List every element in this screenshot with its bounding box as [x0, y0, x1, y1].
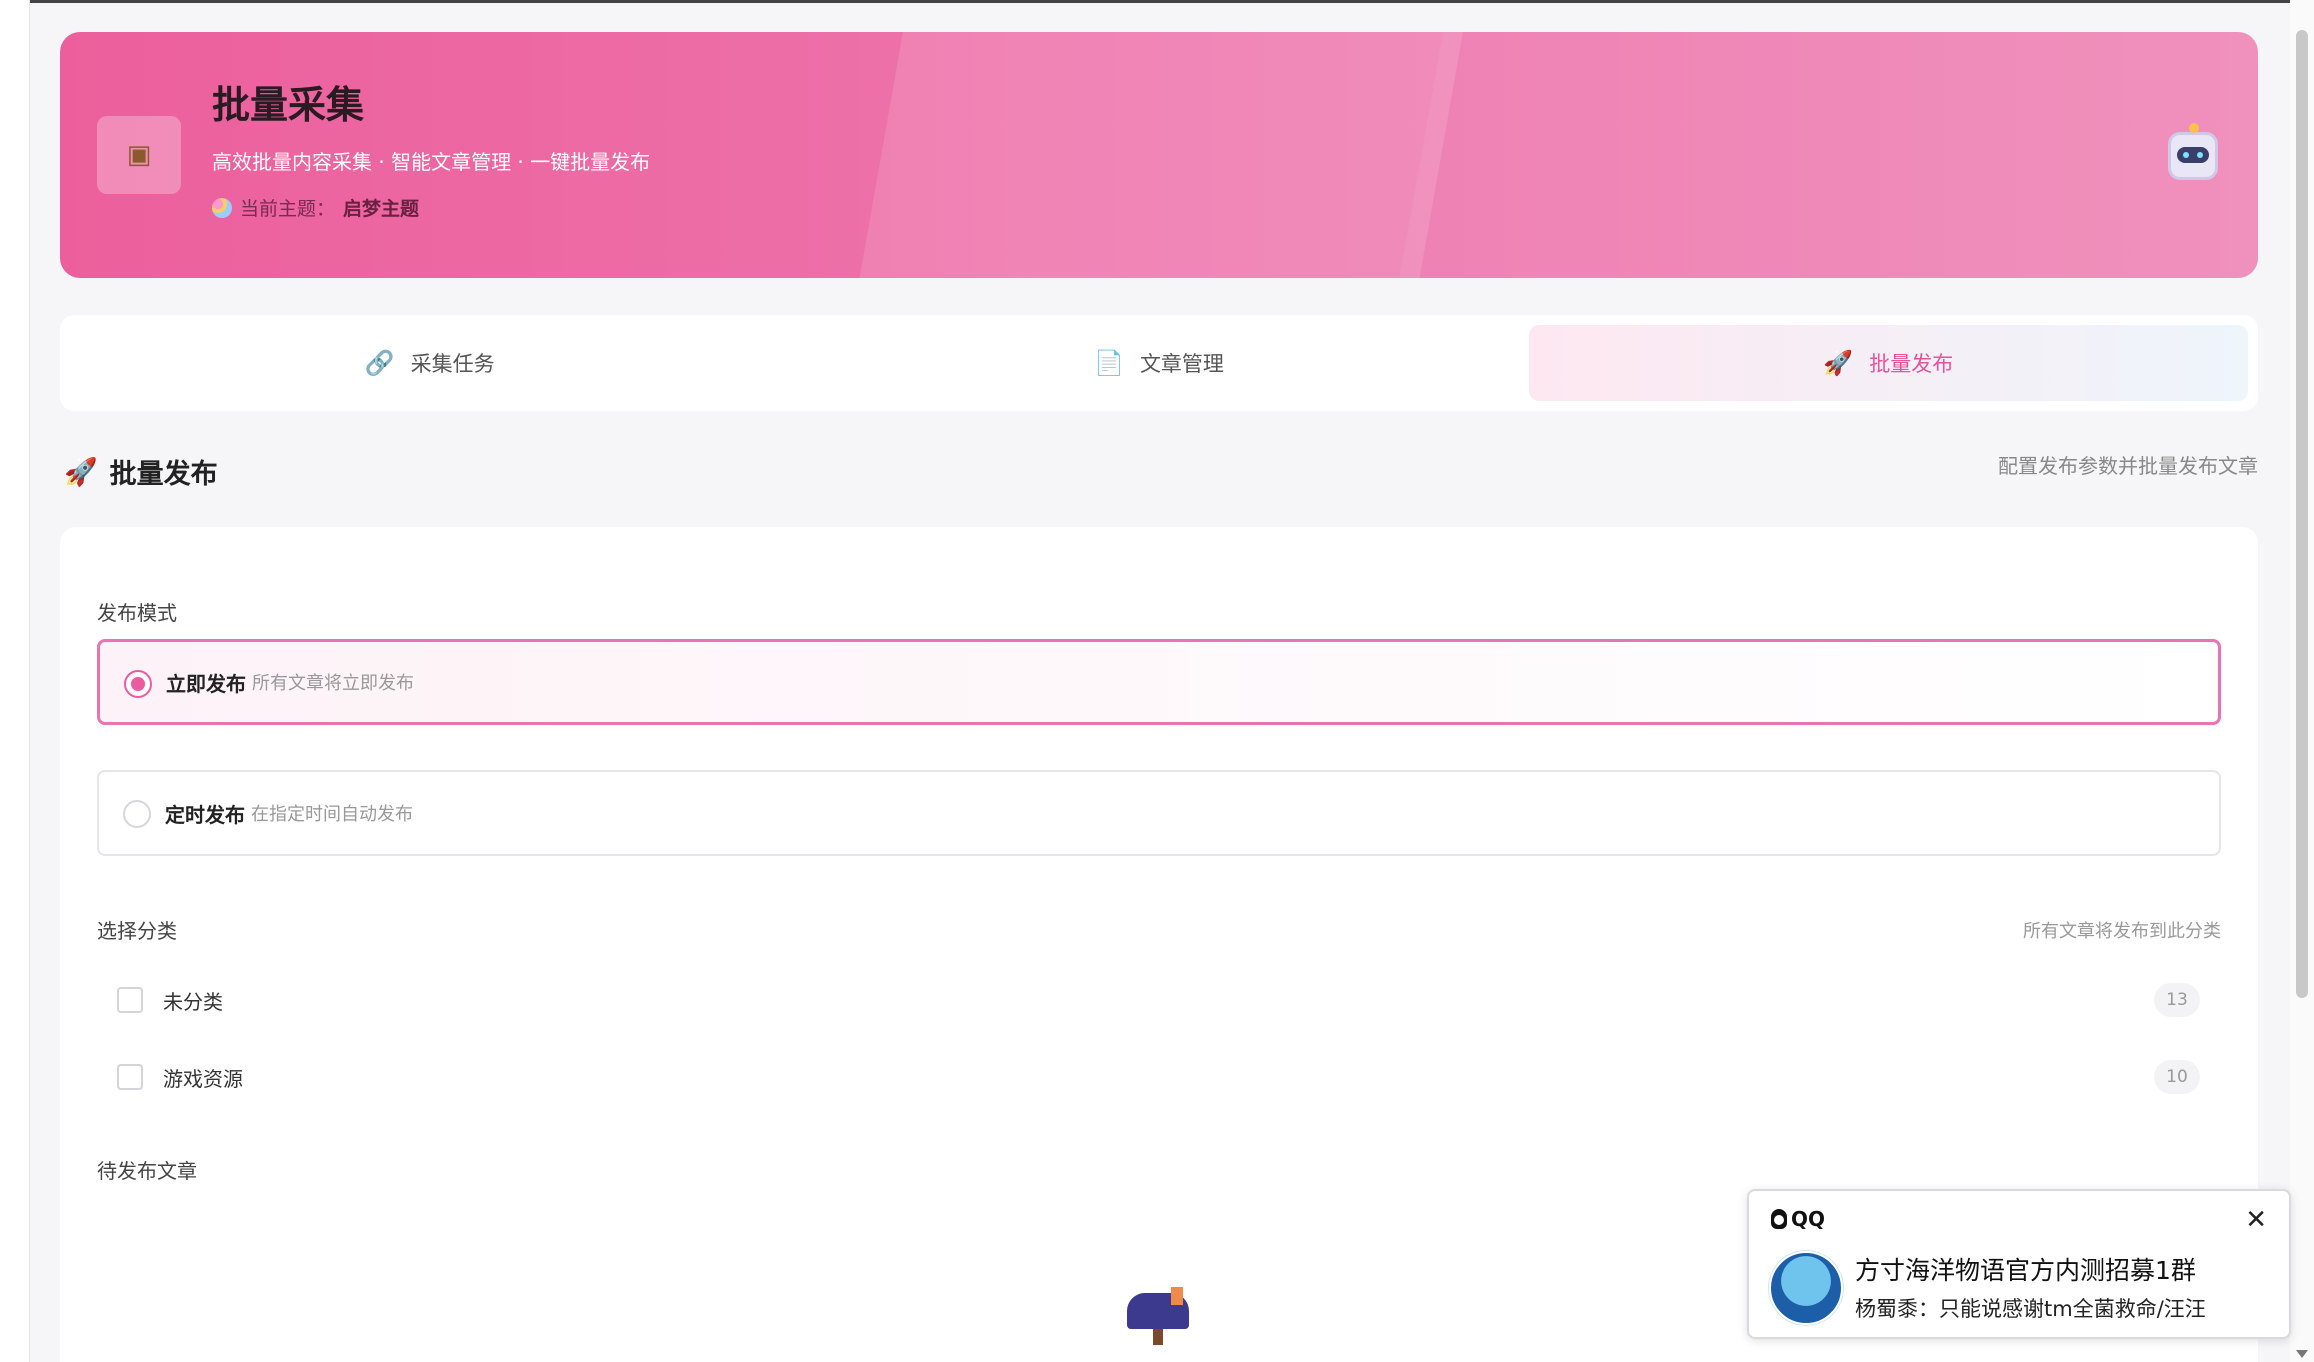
category-checkbox[interactable] — [117, 1064, 143, 1090]
mode-scheduled-option[interactable]: 定时发布 在指定时间自动发布 — [97, 770, 2221, 856]
theme-prefix: 当前主题： — [240, 198, 336, 220]
mailbox-icon — [1127, 1287, 1189, 1345]
qq-notification[interactable]: QQ ✕ 方寸海洋物语官方内测招募1群 杨蜀黍：只能说感谢tm全菌救命/汪汪 — [1747, 1189, 2291, 1339]
scroll-down-arrow[interactable] — [2296, 1350, 2308, 1358]
current-theme: 当前主题： 启梦主题 — [212, 194, 419, 221]
tab-label: 文章管理 — [1139, 352, 1224, 376]
notification-app: QQ — [1791, 1207, 1826, 1231]
mode-immediate-option[interactable]: 立即发布 所有文章将立即发布 — [97, 639, 2221, 725]
tab-label: 批量发布 — [1869, 352, 1954, 376]
window-top-border — [0, 0, 2314, 3]
category-item-uncategorized[interactable]: 未分类 13 — [117, 980, 2200, 1020]
qq-brand: QQ — [1771, 1207, 1825, 1231]
notification-message: 杨蜀黍：只能说感谢tm全菌救命/汪汪 — [1855, 1297, 2206, 1321]
radio-button[interactable] — [123, 800, 151, 828]
category-item-game-resources[interactable]: 游戏资源 10 — [117, 1057, 2200, 1097]
category-name: 游戏资源 — [163, 1066, 243, 1091]
scrollbar-thumb[interactable] — [2296, 30, 2308, 998]
package-icon: ▣ — [97, 116, 181, 194]
radio-button[interactable] — [124, 670, 152, 698]
left-sidebar-strip — [0, 0, 30, 1362]
category-count: 10 — [2154, 1060, 2200, 1094]
hero-banner: ▣ 批量采集 高效批量内容采集 · 智能文章管理 · 一键批量发布 当前主题： 启… — [60, 32, 2258, 278]
page-title: 批量采集 — [212, 83, 365, 127]
theme-name: 启梦主题 — [343, 198, 420, 220]
qq-penguin-icon — [1771, 1209, 1787, 1229]
publish-mode-label: 发布模式 — [97, 601, 177, 625]
robot-antenna — [2189, 123, 2199, 133]
link-icon: 🔗 — [364, 349, 395, 377]
hero-decoration — [850, 32, 1470, 278]
category-label: 选择分类 — [97, 919, 177, 943]
robot-visor — [2177, 147, 2209, 163]
section-description: 配置发布参数并批量发布文章 — [1998, 454, 2258, 478]
group-avatar — [1769, 1251, 1843, 1325]
tab-label: 采集任务 — [410, 352, 495, 376]
tab-collect-tasks[interactable]: 🔗 采集任务 — [70, 325, 789, 401]
category-count: 13 — [2154, 983, 2200, 1017]
close-icon[interactable]: ✕ — [2245, 1205, 2267, 1235]
rocket-icon: 🚀 — [1823, 349, 1854, 377]
category-hint: 所有文章将发布到此分类 — [2023, 921, 2221, 942]
robot-icon[interactable] — [2168, 123, 2218, 180]
category-name: 未分类 — [163, 989, 223, 1014]
pending-articles-label: 待发布文章 — [97, 1159, 197, 1183]
main-content: ▣ 批量采集 高效批量内容采集 · 智能文章管理 · 一键批量发布 当前主题： 启… — [60, 32, 2258, 1362]
hero-subtitle: 高效批量内容采集 · 智能文章管理 · 一键批量发布 — [212, 150, 651, 174]
mode-title: 定时发布 — [165, 802, 245, 827]
tab-article-management[interactable]: 📄 文章管理 — [799, 325, 1518, 401]
tab-batch-publish[interactable]: 🚀 批量发布 — [1528, 325, 2248, 401]
document-icon: 📄 — [1094, 349, 1124, 377]
mailbox-post — [1153, 1329, 1163, 1345]
mode-description: 在指定时间自动发布 — [251, 804, 413, 825]
mode-description: 所有文章将立即发布 — [252, 673, 414, 694]
palette-icon — [212, 197, 232, 218]
tab-bar: 🔗 采集任务 📄 文章管理 🚀 批量发布 — [60, 315, 2258, 411]
robot-eye — [2197, 152, 2203, 158]
mailbox-flag — [1171, 1287, 1183, 1305]
category-checkbox[interactable] — [117, 987, 143, 1013]
mode-title: 立即发布 — [166, 671, 246, 696]
notification-title: 方寸海洋物语官方内测招募1群 — [1855, 1256, 2196, 1285]
section-title: 🚀 批量发布 — [64, 452, 218, 491]
vertical-scrollbar[interactable] — [2290, 0, 2314, 1362]
robot-eye — [2183, 152, 2189, 158]
section-title-text: 批量发布 — [109, 459, 218, 490]
rocket-icon: 🚀 — [64, 456, 98, 488]
hero-decoration — [1390, 32, 2258, 278]
